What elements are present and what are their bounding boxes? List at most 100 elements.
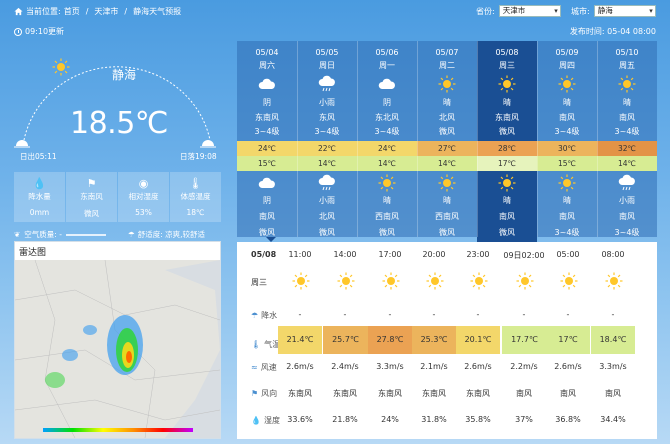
hourly-wind-speed: 2.6m/s	[464, 362, 492, 371]
humidity-icon: 💧	[251, 416, 261, 425]
forecast-date: 05/07	[435, 48, 459, 57]
forecast-day-5[interactable]: 05/09 周四 晴 南风 3~4级 30℃ 15℃ 晴 南风 3~4级	[537, 41, 597, 237]
sunset-time: 日落19:08	[180, 152, 217, 161]
forecast-weekday: 周二	[439, 61, 455, 70]
forecast-high: 30℃	[537, 141, 597, 156]
hourly-humidity: 33.6%	[287, 415, 313, 424]
air-quality-text: 空气质量: -	[24, 230, 62, 239]
forecast-low: 17℃	[477, 156, 537, 171]
forecast-day-wind-speed: 3~4级	[254, 127, 280, 136]
current-temperature: 18.5℃	[70, 106, 169, 141]
forecast-weekday: 周三	[499, 61, 515, 70]
forecast-night-weather: 小雨	[619, 196, 635, 205]
sunny-icon	[378, 174, 396, 194]
forecast-date: 05/09	[555, 48, 579, 57]
forecast-day-weather: 晴	[443, 98, 451, 107]
forecast-date: 05/05	[315, 48, 339, 57]
forecast-day-3[interactable]: 05/07 周二 晴 北风 微风 27℃ 14℃ 晴 西南风 微风	[417, 41, 477, 237]
forecast-day-weather: 阴	[383, 98, 391, 107]
rain-drops-icon: 💧	[32, 177, 47, 190]
hourly-time: 17:00	[378, 250, 402, 259]
forecast-day-wind-dir: 北风	[439, 113, 455, 122]
sunny-icon	[337, 272, 355, 292]
column-divider	[297, 41, 298, 237]
current-city: 静海	[111, 68, 136, 82]
sunny-icon	[470, 272, 488, 292]
forecast-date: 05/08	[495, 48, 519, 57]
hourly-temp: 27.8℃	[368, 326, 412, 354]
forecast-day-wind-speed: 微风	[499, 127, 515, 136]
forecast-low: 15℃	[237, 156, 297, 171]
radar-panel: 雷达图	[14, 241, 221, 439]
hourly-time: 23:00	[466, 250, 490, 259]
forecast-low: 14℃	[297, 156, 357, 171]
comfort-text: 舒适度: 凉爽,较舒适	[137, 230, 206, 239]
forecast-day-0[interactable]: 05/04 周六 阴 东南风 3~4级 24℃ 15℃ 阴 南风 微风	[237, 41, 297, 237]
hourly-time: 11:00	[288, 250, 312, 259]
forecast-night-wind-dir: 南风	[259, 212, 275, 221]
umbrella-icon: ☂	[251, 311, 259, 320]
rain-icon	[318, 75, 336, 95]
rain-icon	[318, 174, 336, 194]
forecast-day-6[interactable]: 05/10 周五 晴 南风 3~4级 32℃ 14℃ 小雨 南风 3~4级	[597, 41, 657, 237]
forecast-day-wind-dir: 东南风	[255, 113, 279, 122]
hourly-precip: -	[388, 310, 392, 319]
sunny-icon	[382, 272, 400, 292]
city-select[interactable]: 静海	[593, 5, 656, 17]
forecast-night-wind-dir: 南风	[619, 212, 635, 221]
forecast-low: 14℃	[597, 156, 657, 171]
sun-icon	[52, 58, 70, 76]
hourly-forecast: 05/08 周三 11:00 14:00 17:00 20:00 23:00 09日02:00…	[237, 242, 657, 439]
province-select[interactable]: 天津市	[498, 5, 561, 17]
sunny-icon	[560, 272, 578, 292]
forecast-day-wind-speed: 微风	[439, 127, 455, 136]
forecast-night-wind-speed: 微风	[319, 228, 335, 237]
cloudy-icon	[378, 75, 396, 95]
hourly-time: 09日02:00	[503, 251, 545, 260]
province-selector: 省份: 天津市	[476, 5, 561, 17]
column-divider	[477, 41, 478, 237]
forecast-day-wind-speed: 3~4级	[554, 127, 580, 136]
breadcrumb-home-link[interactable]: 首页	[64, 6, 80, 17]
sunrise-time: 日出05:11	[20, 152, 57, 161]
radar-map[interactable]	[15, 260, 220, 438]
forecast-night-wind-speed: 微风	[499, 228, 515, 237]
column-divider	[357, 41, 358, 237]
column-divider	[597, 41, 598, 237]
precipitation-item: 💧 降水量 0mm	[14, 172, 65, 222]
forecast-night-wind-speed: 3~4级	[614, 228, 640, 237]
hourly-wind-speed: 2.1m/s	[420, 362, 448, 371]
forecast-day-1[interactable]: 05/05 周日 小雨 东风 3~4级 22℃ 14℃ 小雨 北风 微风	[297, 41, 357, 237]
wind-item: ⚑ 东南风 微风	[66, 172, 117, 222]
forecast-weekday: 周六	[259, 61, 275, 70]
comfort-icon: ☂	[128, 230, 135, 239]
wind-icon: ⚑	[86, 177, 97, 190]
radar-legend	[43, 428, 193, 432]
forecast-high: 24℃	[237, 141, 297, 156]
breadcrumb-province-link[interactable]: 天津市	[94, 6, 118, 17]
forecast-day-2[interactable]: 05/06 周一 阴 东北风 3~4级 24℃ 14℃ 晴 西南风 微风	[357, 41, 417, 237]
forecast-date: 05/04	[255, 48, 279, 57]
forecast-day-4[interactable]: 05/08 周三 晴 东南风 微风 28℃ 17℃ 晴 南风 微风	[477, 41, 537, 244]
forecast-day-wind-dir: 南风	[559, 113, 575, 122]
air-quality: ❦ 空气质量: -	[14, 229, 106, 240]
sunny-icon	[498, 174, 516, 194]
leaf-icon: ❦	[14, 230, 21, 239]
hourly-precip: -	[298, 310, 302, 319]
city-label: 城市:	[571, 6, 590, 16]
update-time: 09:10更新	[14, 26, 64, 37]
forecast-night-weather: 阴	[263, 196, 271, 205]
hourly-precip: -	[343, 310, 347, 319]
sunny-icon	[516, 272, 534, 292]
forecast-weekday: 周四	[559, 61, 575, 70]
forecast-date: 05/10	[615, 48, 639, 57]
forecast-night-weather: 小雨	[319, 196, 335, 205]
cloudy-icon	[258, 174, 276, 194]
clock-icon	[14, 27, 22, 36]
home-icon	[14, 7, 23, 16]
forecast-night-wind-dir: 南风	[559, 212, 575, 221]
hourly-humidity: 31.8%	[421, 415, 447, 424]
seven-day-forecast: 05/04 周六 阴 东南风 3~4级 24℃ 15℃ 阴 南风 微风 05/05…	[237, 41, 657, 244]
sunny-icon	[618, 75, 636, 95]
forecast-day-weather: 小雨	[319, 98, 335, 107]
